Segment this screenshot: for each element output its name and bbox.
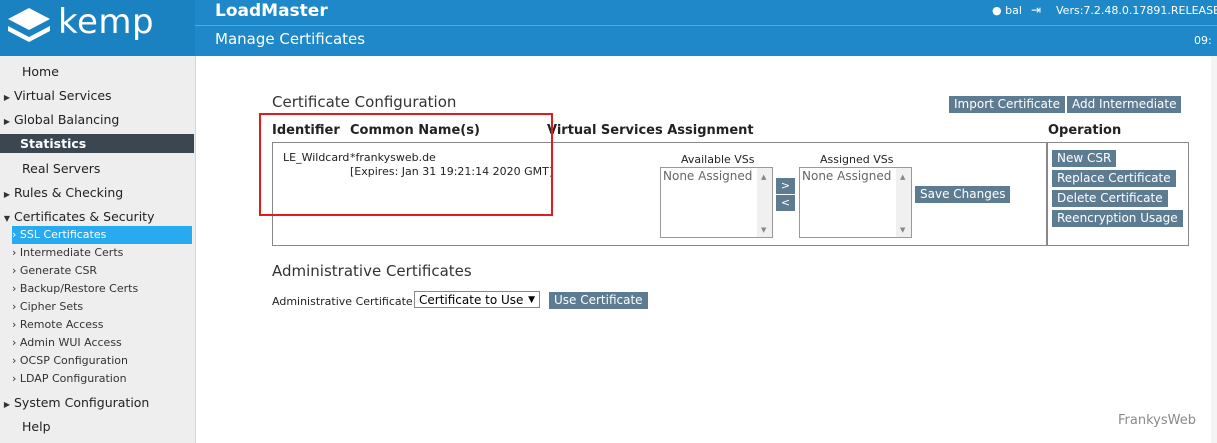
sidebar-item-global-balancing[interactable]: ▶ Global Balancing	[0, 109, 195, 131]
page-title: Manage Certificates	[215, 30, 366, 48]
sidebar-subitem-cipher-sets[interactable]: › Cipher Sets	[12, 298, 192, 316]
cert-config-title: Certificate Configuration	[272, 93, 457, 111]
watermark-text: FrankysWeb	[1118, 413, 1196, 428]
save-changes-button[interactable]: Save Changes	[915, 186, 1011, 203]
sidebar-item-label: Certificates & Security	[14, 209, 155, 224]
column-header-operation: Operation	[1048, 123, 1122, 138]
user-name: bal	[1005, 4, 1022, 17]
sidebar-subitem-admin-wui-access[interactable]: › Admin WUI Access	[12, 334, 192, 352]
sidebar-subitem-remote-access[interactable]: › Remote Access	[12, 316, 192, 334]
move-left-button[interactable]: <	[776, 195, 795, 211]
sidebar-item-label: System Configuration	[14, 395, 150, 410]
sidebar-item-label: Help	[22, 419, 51, 434]
scroll-down-icon[interactable]: ▼	[900, 226, 905, 234]
sidebar-subitem-ldap-configuration[interactable]: › LDAP Configuration	[12, 370, 192, 388]
available-vss-list[interactable]: None Assigned ▲ ▼	[660, 167, 773, 238]
sidebar-subitem-ssl-certificates[interactable]: › SSL Certificates	[12, 226, 192, 244]
sidebar-item-rules-checking[interactable]: ▶ Rules & Checking	[0, 182, 195, 204]
column-header-vs-assignment: Virtual Services Assignment	[547, 123, 754, 138]
delete-certificate-button[interactable]: Delete Certificate	[1052, 190, 1168, 207]
sidebar-item-system-configuration[interactable]: ▶ System Configuration	[0, 392, 195, 414]
assigned-vss-list[interactable]: None Assigned ▲ ▼	[799, 167, 912, 238]
available-vss-scrollbar[interactable]: ▲ ▼	[757, 168, 772, 237]
sidebar-item-statistics[interactable]: Statistics	[0, 134, 194, 153]
sidebar-item-virtual-services[interactable]: ▶ Virtual Services	[0, 85, 195, 107]
logo-layers-icon	[8, 8, 50, 42]
sidebar-subitem-ocsp-configuration[interactable]: › OCSP Configuration	[12, 352, 192, 370]
reencryption-usage-button[interactable]: Reencryption Usage	[1052, 210, 1183, 227]
clock-text: 09:	[1194, 34, 1212, 47]
top-header: kemp LoadMaster Manage Certificates ● ba…	[0, 0, 1217, 56]
version-text: Vers:7.2.48.0.17891.RELEASE (	[1056, 4, 1217, 17]
use-certificate-button[interactable]: Use Certificate	[549, 292, 648, 309]
admin-cert-select[interactable]: Certificate to Use ▼	[414, 291, 540, 308]
admin-certs-title: Administrative Certificates	[272, 262, 472, 280]
header-divider	[195, 25, 1217, 26]
assigned-vss-value: None Assigned	[802, 169, 892, 183]
expand-triangle-icon: ▶	[3, 93, 11, 102]
sidebar-item-home[interactable]: Home	[0, 61, 195, 83]
import-certificate-button[interactable]: Import Certificate	[949, 96, 1065, 113]
sidebar-item-real-servers[interactable]: Real Servers	[0, 158, 195, 180]
assigned-vss-scrollbar[interactable]: ▲ ▼	[896, 168, 911, 237]
move-right-button[interactable]: >	[776, 178, 795, 194]
available-vss-value: None Assigned	[663, 169, 753, 183]
expand-triangle-icon: ▶	[3, 400, 11, 409]
highlight-annotation-box	[259, 113, 553, 216]
logo-text: kemp	[58, 2, 155, 42]
page-scrollbar[interactable]	[1211, 56, 1217, 443]
sidebar-item-certificates-security[interactable]: ▼ Certificates & Security	[0, 206, 195, 228]
replace-certificate-button[interactable]: Replace Certificate	[1052, 170, 1176, 187]
sidebar-item-label: Virtual Services	[14, 88, 112, 103]
sidebar-item-label: Real Servers	[22, 161, 101, 176]
sidebar-item-label: Global Balancing	[14, 112, 120, 127]
admin-cert-label: Administrative Certificate	[272, 295, 413, 308]
sidebar-item-label: Statistics	[20, 136, 87, 151]
sidebar-item-help[interactable]: Help	[0, 416, 195, 438]
sidebar-item-label: Home	[22, 64, 59, 79]
logout-icon[interactable]: ⇥	[1031, 3, 1041, 17]
sidebar-item-label: Rules & Checking	[14, 185, 124, 200]
scroll-up-icon[interactable]: ▲	[900, 173, 905, 181]
sidebar-subitem-generate-csr[interactable]: › Generate CSR	[12, 262, 192, 280]
app-title: LoadMaster	[215, 1, 328, 21]
available-vss-label: Available VSs	[681, 153, 755, 166]
kemp-logo[interactable]: kemp	[0, 0, 195, 56]
new-csr-button[interactable]: New CSR	[1052, 150, 1117, 167]
dropdown-arrow-icon: ▼	[528, 295, 535, 305]
user-icon: ●	[992, 4, 1002, 17]
scroll-up-icon[interactable]: ▲	[761, 173, 766, 181]
add-intermediate-button[interactable]: Add Intermediate	[1067, 96, 1182, 113]
assigned-vss-label: Assigned VSs	[820, 153, 894, 166]
user-menu[interactable]: ● bal	[992, 4, 1022, 17]
sidebar-subitem-backup-restore-certs[interactable]: › Backup/Restore Certs	[12, 280, 192, 298]
admin-cert-select-value: Certificate to Use	[419, 293, 524, 307]
scroll-down-icon[interactable]: ▼	[761, 226, 766, 234]
sidebar-subitem-intermediate-certs[interactable]: › Intermediate Certs	[12, 244, 192, 262]
expand-triangle-icon: ▶	[3, 190, 11, 199]
expand-triangle-icon: ▶	[3, 117, 11, 126]
